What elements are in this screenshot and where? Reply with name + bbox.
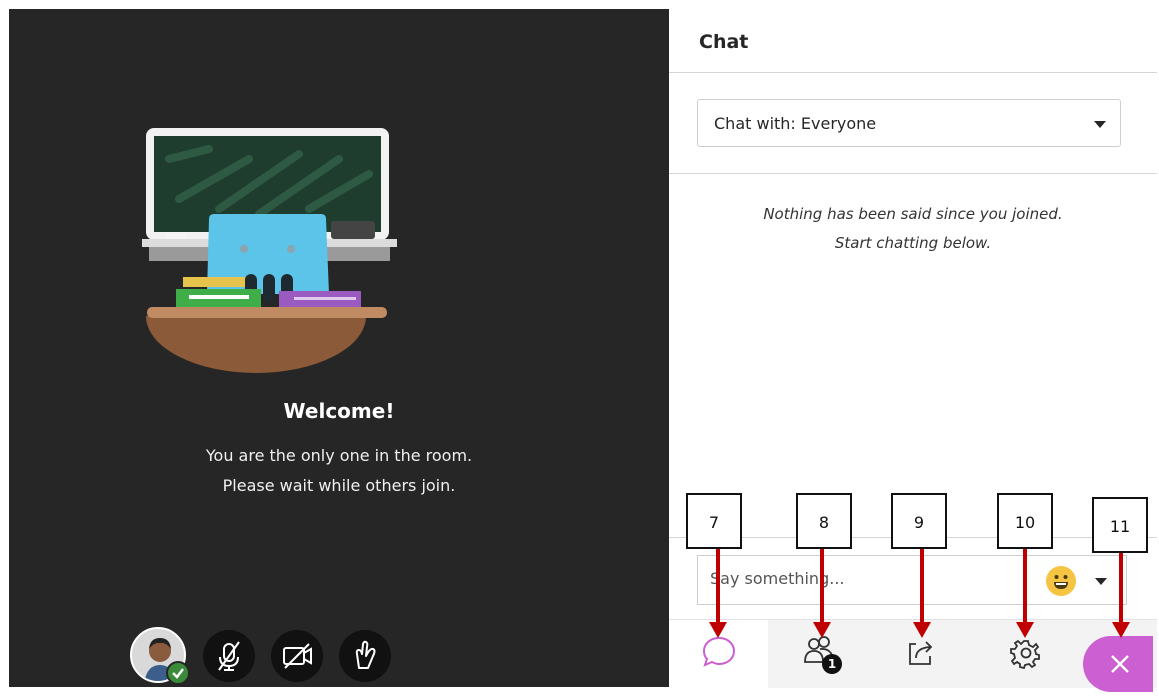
- callout-arrows: [709, 549, 1130, 638]
